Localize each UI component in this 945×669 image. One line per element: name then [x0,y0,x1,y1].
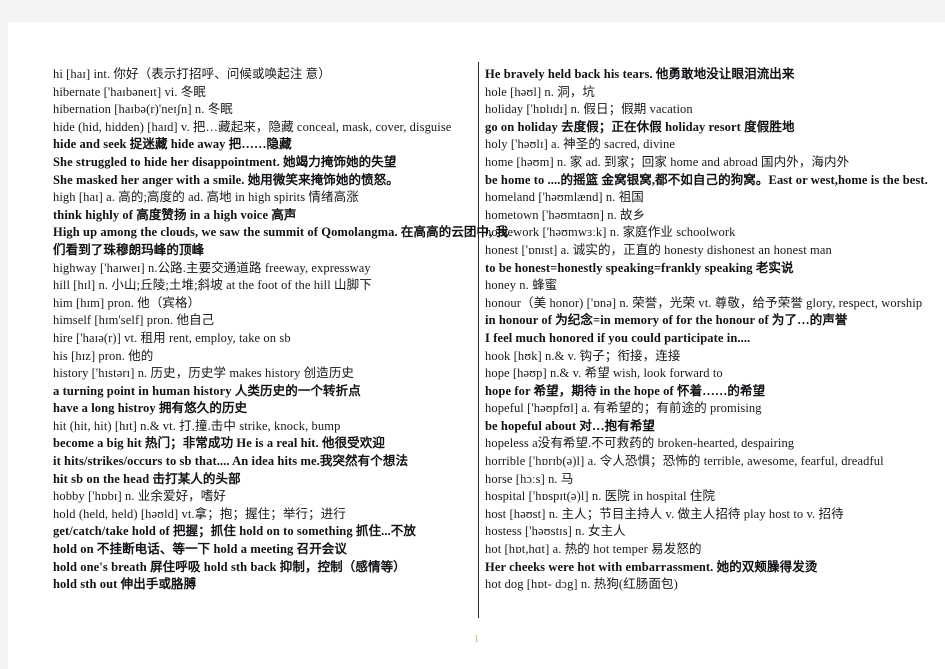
right-column: He bravely held back his tears. 他勇敢地没让眼泪… [485,66,928,594]
entry-line: He bravely held back his tears. 他勇敢地没让眼泪… [485,67,795,81]
column-divider [478,62,479,618]
entry-line: get/catch/take hold of 把握；抓住 hold on to … [53,524,416,539]
entry-line: hill [hɪl] n. 小山;丘陵;土堆;斜坡 at the foot of… [53,278,372,293]
two-column-body: hi [haɪ] int. 你好（表示打招呼、问候或唤起注 意） hiberna… [53,62,928,621]
entry-line: be hopeful about 对…抱有希望 [485,418,656,433]
entry-line: 们看到了珠穆朗玛峰的顶峰 [53,242,205,257]
entry-line: hold one's breath 屏住呼吸 hold sth back 抑制，… [53,559,406,574]
entry-line: honey n. 蜂蜜 [485,278,558,293]
entry-line: his [hɪz] pron. 他的 [53,348,154,363]
entry-line: go on holiday 去度假；正在休假 holiday resort 度假… [485,119,795,134]
entry-line: hook [hʊk] n.& v. 钩子；衔接，连接 [485,348,681,363]
entry-line: become a big hit 热门；非常成功 He is a real hi… [53,436,385,451]
entry-line: hide (hid, hidden) [haɪd] v. 把…藏起来，隐藏 co… [53,119,452,134]
entry-line: hot [hɒt,hɑt] a. 热的 hot temper 易发怒的 [485,542,702,557]
entry-line: a turning point in human history 人类历史的一个… [53,383,361,398]
entry-line: hide and seek 捉迷藏 hide away 把……隐藏 [53,137,292,152]
entry-line: in honour of 为纪念=in memory of for the ho… [485,313,848,328]
entry-line: horse [hɔːs] n. 马 [485,471,574,486]
entry-line: to be honest=honestly speaking=frankly s… [485,260,794,275]
left-column: hi [haɪ] int. 你好（表示打招呼、问候或唤起注 意） hiberna… [53,66,509,594]
entry-line: hit sb on the head 击打某人的头部 [53,471,241,486]
entry-line: history ['hɪstərɪ] n. 历史，历史学 makes histo… [53,366,355,381]
entry-line: homework ['həʊmwɜːk] n. 家庭作业 schoolwork [485,225,736,240]
entry-line: hole [həʊl] n. 洞，坑 [485,84,596,99]
entry-line: it hits/strikes/occurs to sb that.... An… [53,454,409,469]
entry-line: hit (hit, hit) [hɪt] n.& vt. 打.撞.击中 stri… [53,418,341,433]
entry-line: She masked her anger with a smile. 她用微笑来… [53,172,399,187]
entry-line: hi [haɪ] int. 你好（表示打招呼、问候或唤起注 意） [53,67,331,81]
entry-line: Her cheeks were hot with embarrassment. … [485,559,818,574]
entry-line: horrible ['hɒrɪb(ə)l] a. 令人恐惧；恐怖的 terrib… [485,454,884,469]
entry-line: hobby ['hɒbɪ] n. 业余爱好，嗜好 [53,489,226,504]
entry-line: host [həʊst] n. 主人；节目主持人 v. 做主人招待 play h… [485,506,844,521]
entry-line: hold on 不挂断电话、等一下 hold a meeting 召开会议 [53,542,348,557]
page-number: 1 [473,633,480,645]
entry-line: honour（美 honor) ['ɒnə] n. 荣誉，光荣 vt. 尊敬，给… [485,295,923,310]
entry-line: honest ['ɒnɪst] a. 诚实的，正直的 honesty disho… [485,242,832,257]
entry-line: himself [hɪm'self] pron. 他自己 [53,313,215,328]
entry-line: hire ['haɪə(r)] vt. 租用 rent, employ, tak… [53,330,291,345]
entry-line: I feel much honored if you could partici… [485,330,751,345]
entry-line: hot dog [hɒt- dɔg] n. 热狗(红肠面包) [485,577,678,592]
entry-line: hold (held, held) [həʊld] vt.拿；抱；握住；举行；进… [53,506,346,521]
entry-line: hostess ['həʊstɪs] n. 女主人 [485,524,626,539]
entry-line: hibernation [haɪbə(r)'neɪʃn] n. 冬眠 [53,102,233,117]
entry-line: be home to ....的摇篮 金窝银窝,都不如自己的狗窝。East or… [485,172,928,187]
entry-line: think highly of 高度赞扬 in a high voice 高声 [53,207,297,222]
entry-line: high [haɪ] a. 高的;高度的 ad. 高地 in high spir… [53,190,359,205]
entry-line: hope [həʊp] n.& v. 希望 wish, look forward… [485,366,723,381]
entry-line: highway ['haɪweɪ] n.公路.主要交通道路 freeway, e… [53,260,371,275]
entry-line: home [həʊm] n. 家 ad. 到家；回家 home and abro… [485,154,850,169]
document-page: hi [haɪ] int. 你好（表示打招呼、问候或唤起注 意） hiberna… [8,22,945,669]
entry-line: homeland ['həʊmlænd] n. 祖国 [485,190,644,205]
entry-line: hometown ['həʊmtaʊn] n. 故乡 [485,207,646,222]
entry-line: him [hɪm] pron. 他（宾格） [53,295,201,310]
entry-line: hopeless a没有希望.不可救药的 broken-hearted, des… [485,436,795,451]
entry-line: hibernate ['haɪbəneɪt] vi. 冬眠 [53,84,207,99]
entry-line: holy ['həʊlɪ] a. 神圣的 sacred, divine [485,137,675,152]
entry-line: She struggled to hide her disappointment… [53,154,397,169]
entry-line: High up among the clouds, we saw the sum… [53,225,509,240]
entry-line: hospital ['hɒspɪt(ə)l] n. 医院 in hospital… [485,489,716,504]
entry-line: hopeful ['həʊpfʊl] a. 有希望的；有前途的 promisin… [485,401,762,416]
entry-line: hold sth out 伸出手或胳膊 [53,577,197,592]
entry-line: have a long histroy 拥有悠久的历史 [53,401,248,416]
entry-line: hope for 希望，期待 in the hope of 怀着……的希望 [485,383,766,398]
entry-line: holiday ['hɒlɪdɪ] n. 假日；假期 vacation [485,102,693,117]
